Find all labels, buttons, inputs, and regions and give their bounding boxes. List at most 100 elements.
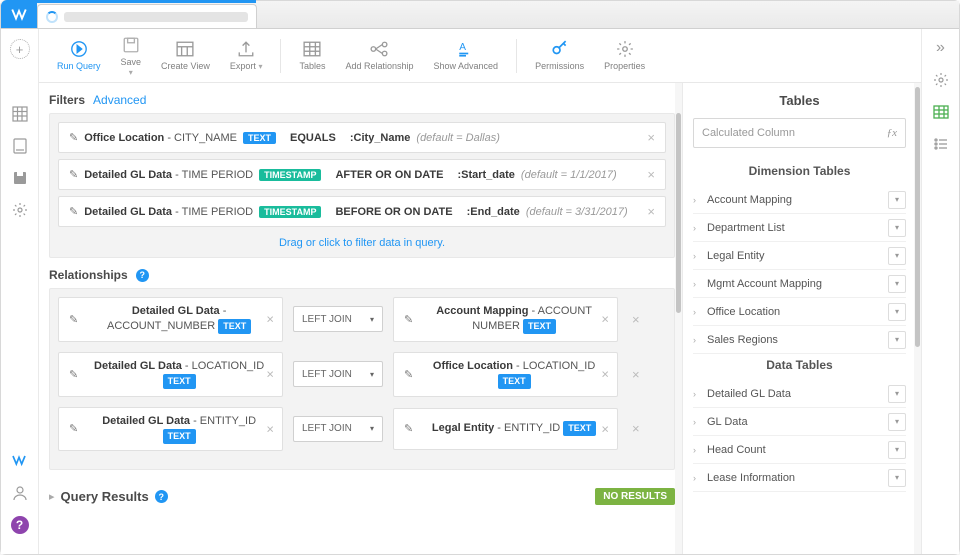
relationship-cell[interactable]: ✎Legal Entity - ENTITY_ID TEXT× bbox=[393, 408, 618, 450]
list-icon[interactable] bbox=[932, 135, 950, 153]
results-title: Query Results bbox=[61, 489, 149, 504]
dropdown-icon[interactable]: ▾ bbox=[888, 331, 906, 349]
calculated-column-input[interactable]: Calculated Column ƒx bbox=[693, 118, 906, 148]
create-view-button[interactable]: Create View bbox=[153, 32, 218, 80]
table-item[interactable]: ›Office Location▾ bbox=[693, 298, 906, 326]
edit-icon[interactable]: ✎ bbox=[69, 205, 78, 218]
table-item[interactable]: ›Legal Entity▾ bbox=[693, 242, 906, 270]
add-icon[interactable]: + bbox=[10, 39, 30, 59]
join-type-select[interactable]: LEFT JOIN▾ bbox=[293, 361, 383, 387]
settings-rail-icon[interactable] bbox=[11, 201, 29, 219]
edit-icon[interactable]: ✎ bbox=[69, 368, 78, 381]
table-item[interactable]: ›Sales Regions▾ bbox=[693, 326, 906, 354]
remove-row-icon[interactable]: × bbox=[632, 421, 640, 436]
filters-container: ✎ Office Location - CITY_NAME TEXT EQUAL… bbox=[49, 113, 675, 258]
join-type-select[interactable]: LEFT JOIN▾ bbox=[293, 306, 383, 332]
edit-icon[interactable]: ✎ bbox=[69, 313, 78, 326]
help-icon[interactable]: ? bbox=[136, 269, 149, 282]
table-item[interactable]: ›Lease Information▾ bbox=[693, 464, 906, 492]
remove-row-icon[interactable]: × bbox=[632, 312, 640, 327]
edit-icon[interactable]: ✎ bbox=[69, 422, 78, 435]
run-query-button[interactable]: Run Query bbox=[49, 32, 109, 80]
filter-row[interactable]: ✎ Detailed GL Data - TIME PERIOD TIMESTA… bbox=[58, 196, 666, 227]
relationship-cell[interactable]: ✎Detailed GL Data - ENTITY_ID TEXT× bbox=[58, 407, 283, 452]
brand-mini-icon[interactable] bbox=[11, 452, 29, 470]
create-view-label: Create View bbox=[161, 61, 210, 71]
relationship-cell[interactable]: ✎Account Mapping - ACCOUNT NUMBER TEXT× bbox=[393, 297, 618, 342]
user-icon[interactable] bbox=[11, 484, 29, 502]
filters-advanced-link[interactable]: Advanced bbox=[93, 93, 146, 107]
grid-icon[interactable] bbox=[11, 105, 29, 123]
separator bbox=[516, 39, 517, 73]
remove-icon[interactable]: × bbox=[647, 130, 655, 145]
right-rail: » bbox=[921, 29, 959, 554]
table-item[interactable]: ›Detailed GL Data▾ bbox=[693, 380, 906, 408]
dropdown-icon[interactable]: ▾ bbox=[888, 469, 906, 487]
help-icon[interactable]: ? bbox=[11, 516, 29, 534]
edit-icon[interactable]: ✎ bbox=[69, 131, 78, 144]
permissions-label: Permissions bbox=[535, 61, 584, 71]
remove-icon[interactable]: × bbox=[266, 421, 274, 436]
caret-down-icon: ▾ bbox=[129, 70, 133, 76]
table-item[interactable]: ›GL Data▾ bbox=[693, 408, 906, 436]
gear-icon bbox=[616, 40, 634, 58]
filter-row[interactable]: ✎ Office Location - CITY_NAME TEXT EQUAL… bbox=[58, 122, 666, 153]
remove-icon[interactable]: × bbox=[647, 167, 655, 182]
remove-row-icon[interactable]: × bbox=[632, 367, 640, 382]
type-badge: TEXT bbox=[218, 319, 251, 334]
dropdown-icon[interactable]: ▾ bbox=[888, 275, 906, 293]
remove-icon[interactable]: × bbox=[601, 421, 609, 436]
table-item[interactable]: ›Mgmt Account Mapping▾ bbox=[693, 270, 906, 298]
document-tab[interactable] bbox=[37, 4, 257, 28]
save-button[interactable]: Save ▾ bbox=[113, 32, 150, 80]
remove-icon[interactable]: × bbox=[266, 367, 274, 382]
document-icon[interactable] bbox=[11, 137, 29, 155]
remove-icon[interactable]: × bbox=[266, 312, 274, 327]
show-advanced-button[interactable]: A Show Advanced bbox=[426, 32, 507, 80]
settings-icon[interactable] bbox=[932, 71, 950, 89]
builder-scrollbar[interactable] bbox=[675, 83, 682, 554]
export-button[interactable]: Export ▾ bbox=[222, 32, 271, 80]
relationship-cell[interactable]: ✎Office Location - LOCATION_ID TEXT× bbox=[393, 352, 618, 397]
edit-icon[interactable]: ✎ bbox=[404, 368, 413, 381]
export-label: Export bbox=[230, 61, 256, 71]
table-item[interactable]: ›Head Count▾ bbox=[693, 436, 906, 464]
remove-icon[interactable]: × bbox=[601, 367, 609, 382]
dropdown-icon[interactable]: ▾ bbox=[888, 441, 906, 459]
type-badge: TEXT bbox=[163, 374, 196, 389]
permissions-button[interactable]: Permissions bbox=[527, 32, 592, 80]
dropdown-icon[interactable]: ▾ bbox=[888, 385, 906, 403]
play-icon bbox=[70, 40, 88, 58]
table-item[interactable]: ›Department List▾ bbox=[693, 214, 906, 242]
add-relationship-button[interactable]: Add Relationship bbox=[337, 32, 421, 80]
expand-icon[interactable]: ▸ bbox=[49, 490, 55, 503]
properties-button[interactable]: Properties bbox=[596, 32, 653, 80]
tables-button[interactable]: Tables bbox=[291, 32, 333, 80]
remove-icon[interactable]: × bbox=[647, 204, 655, 219]
table-item[interactable]: ›Account Mapping▾ bbox=[693, 186, 906, 214]
tables-rail-icon[interactable] bbox=[932, 103, 950, 121]
collapse-icon[interactable]: » bbox=[932, 39, 950, 57]
join-type-select[interactable]: LEFT JOIN▾ bbox=[293, 416, 383, 442]
relationship-cell[interactable]: ✎Detailed GL Data - ACCOUNT_NUMBER TEXT× bbox=[58, 297, 283, 342]
edit-icon[interactable]: ✎ bbox=[404, 313, 413, 326]
edit-icon[interactable]: ✎ bbox=[404, 422, 413, 435]
filter-drop-hint[interactable]: Drag or click to filter data in query. bbox=[58, 233, 666, 249]
help-icon[interactable]: ? bbox=[155, 490, 168, 503]
dropdown-icon[interactable]: ▾ bbox=[888, 247, 906, 265]
dropdown-icon[interactable]: ▾ bbox=[888, 191, 906, 209]
dropdown-icon[interactable]: ▾ bbox=[888, 219, 906, 237]
svg-text:A: A bbox=[459, 42, 466, 53]
dropdown-icon[interactable]: ▾ bbox=[888, 303, 906, 321]
relationship-cell[interactable]: ✎Detailed GL Data - LOCATION_ID TEXT× bbox=[58, 352, 283, 397]
tables-panel: Tables Calculated Column ƒx Dimension Ta… bbox=[682, 83, 914, 554]
remove-icon[interactable]: × bbox=[601, 312, 609, 327]
caret-down-icon: ▾ bbox=[370, 315, 374, 324]
type-badge: TEXT bbox=[563, 421, 596, 436]
panel-scrollbar[interactable] bbox=[914, 83, 921, 554]
filter-row[interactable]: ✎ Detailed GL Data - TIME PERIOD TIMESTA… bbox=[58, 159, 666, 190]
chevron-right-icon: › bbox=[693, 445, 707, 455]
dropdown-icon[interactable]: ▾ bbox=[888, 413, 906, 431]
edit-icon[interactable]: ✎ bbox=[69, 168, 78, 181]
save-icon[interactable] bbox=[11, 169, 29, 187]
